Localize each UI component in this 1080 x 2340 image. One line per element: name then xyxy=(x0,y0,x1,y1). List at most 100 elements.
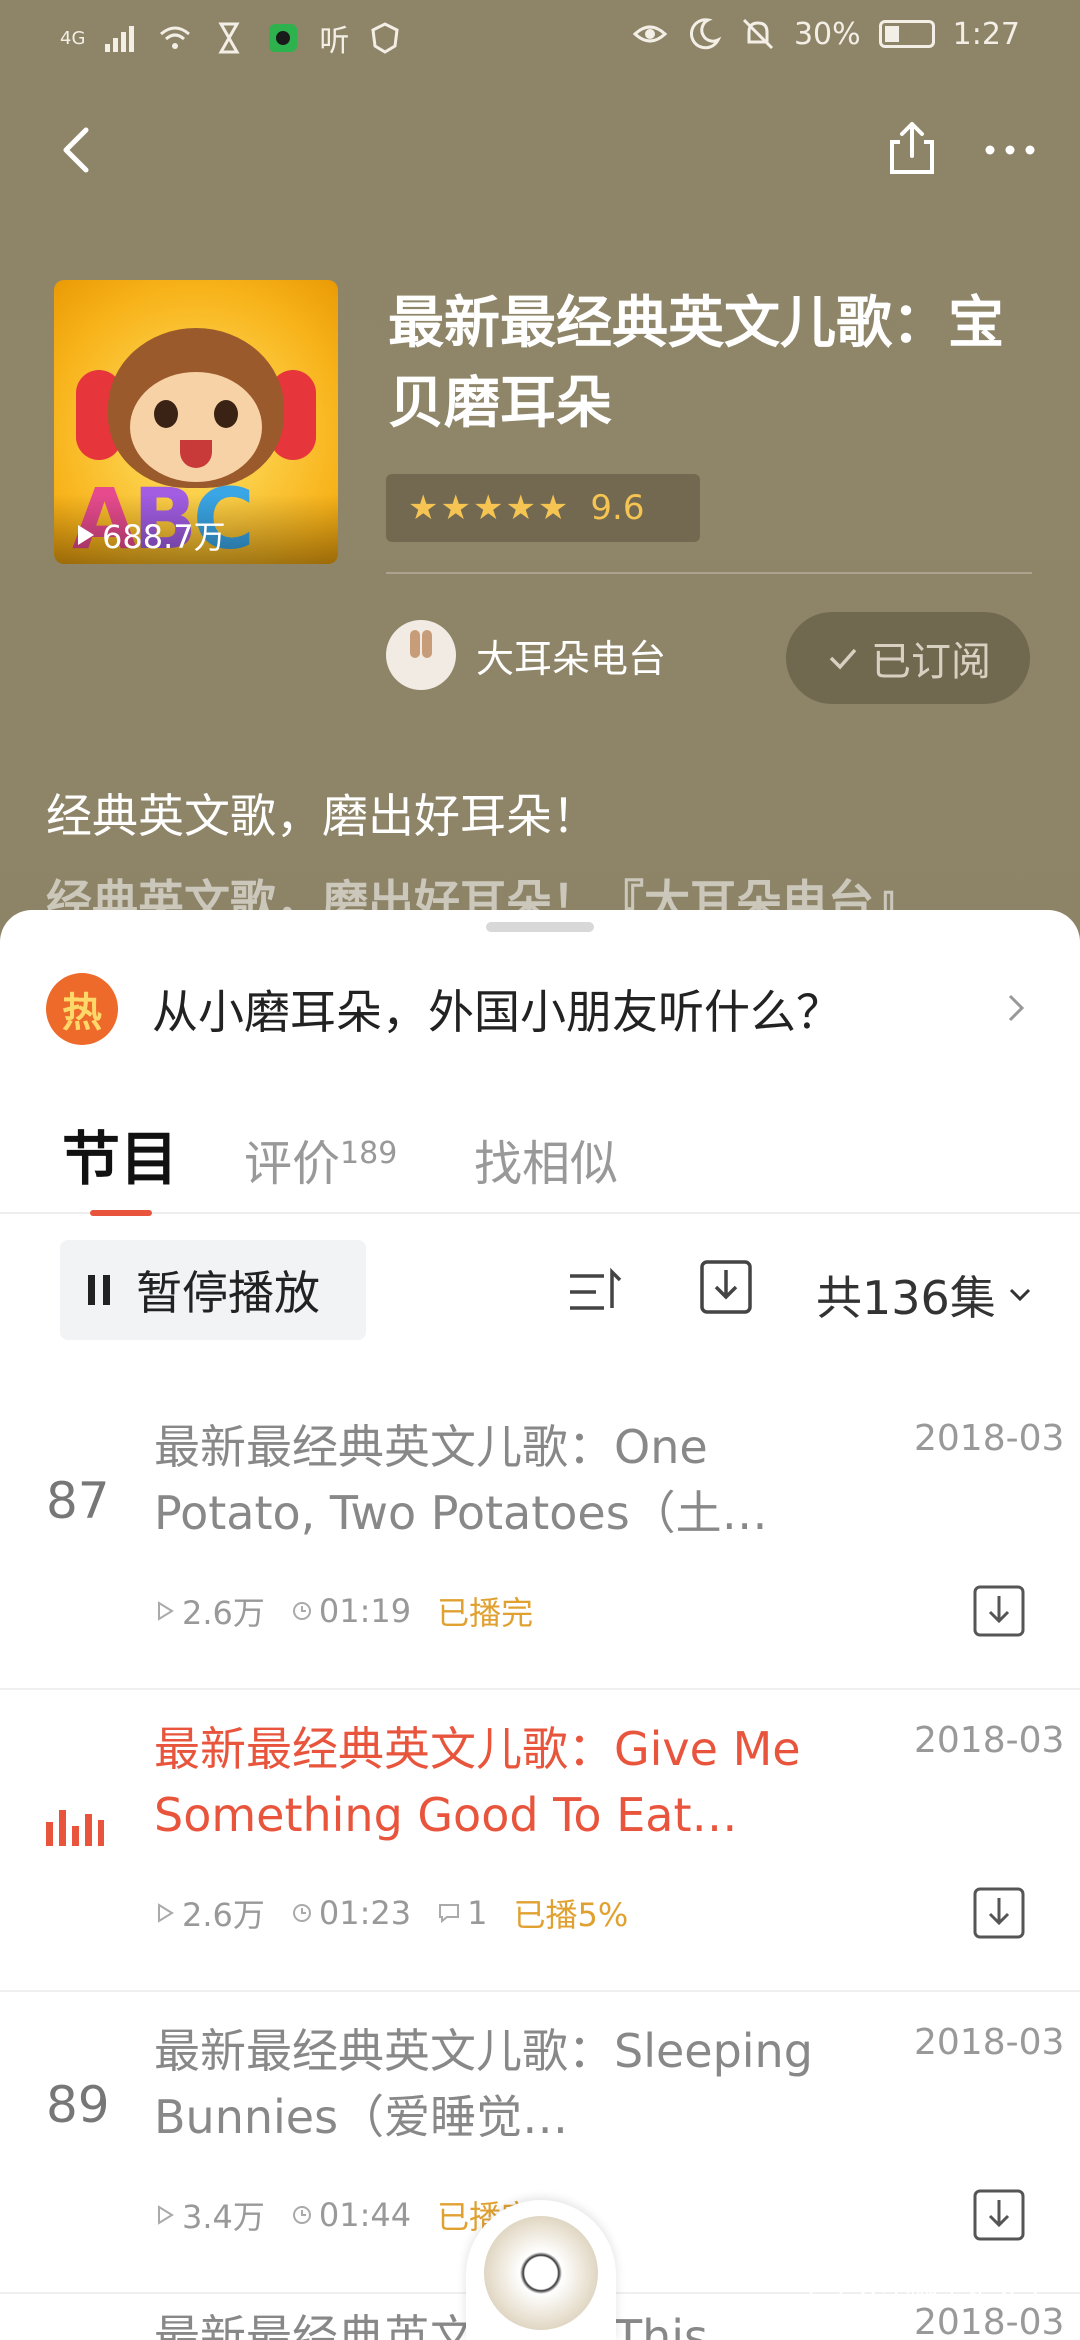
now-playing-icon xyxy=(46,1810,104,1846)
episode-date: 2018-03 xyxy=(914,1418,1065,1459)
promo-banner[interactable]: 热 从小磨耳朵，外国小朋友听什么？ xyxy=(46,964,1036,1054)
pause-label: 暂停播放 xyxy=(136,1266,320,1320)
episode-status: 已播完 xyxy=(437,1594,534,1632)
check-icon xyxy=(829,648,857,670)
clock-icon xyxy=(292,2206,311,2224)
episode-date: 2018-03 xyxy=(914,2302,1065,2340)
network-label: 4G xyxy=(60,27,86,49)
episode-title[interactable]: 最新最经典英文儿歌：Sleeping Bunnies（爱睡觉… xyxy=(154,2018,824,2150)
mute-bell-icon xyxy=(742,18,773,50)
promo-text: 从小磨耳朵，外国小朋友听什么？ xyxy=(152,985,842,1039)
tab-episodes[interactable]: 节目 xyxy=(62,1112,178,1196)
header-divider xyxy=(386,572,1032,574)
sort-icon[interactable] xyxy=(564,1262,624,1322)
sheet-handle[interactable] xyxy=(486,922,594,932)
download-icon[interactable] xyxy=(972,2188,1026,2242)
episode-date: 2018-03 xyxy=(914,2022,1065,2063)
tab-indicator xyxy=(90,1210,152,1216)
play-count: 688.7万 xyxy=(54,494,338,564)
shield-icon xyxy=(371,22,400,54)
hourglass-icon xyxy=(218,22,240,54)
rating-badge: ★★★★★ 9.6 xyxy=(386,474,700,542)
tab-label: 找相似 xyxy=(474,1136,619,1192)
monkey-eye xyxy=(214,400,238,428)
moon-icon xyxy=(689,18,722,50)
tab-reviews[interactable]: 评价189 xyxy=(244,1124,397,1194)
episode-count-label: 共136集 xyxy=(816,1271,996,1325)
nav-bar xyxy=(0,110,1080,190)
play-count-icon xyxy=(158,1903,174,1923)
mini-player[interactable] xyxy=(466,2200,616,2340)
download-icon[interactable] xyxy=(972,1584,1026,1638)
signal-icon xyxy=(105,26,135,52)
chevron-right-icon xyxy=(1008,994,1025,1022)
app-badge: 听 xyxy=(319,24,350,59)
episode-row-playing[interactable]: 最新最经典英文儿歌：Give Me Something Good To Eat…… xyxy=(0,1692,1080,1992)
tab-bar: 节目 评价189 找相似 xyxy=(0,1100,1080,1216)
eye-icon xyxy=(632,25,668,43)
watermark-text: 大小脚丫走天下 xyxy=(854,2271,1051,2304)
back-icon[interactable] xyxy=(48,120,108,180)
wechat-icon xyxy=(808,2272,844,2300)
pause-icon xyxy=(88,1275,110,1305)
album-cover[interactable]: ABC 688.7万 xyxy=(54,280,338,564)
download-icon[interactable] xyxy=(972,1886,1026,1940)
wifi-icon xyxy=(160,26,191,49)
episode-meta: 3.4万 01:44 已播完 xyxy=(154,2192,533,2238)
rating-stars: ★★★★★ xyxy=(408,488,571,528)
episode-date: 2018-03 xyxy=(914,1720,1065,1761)
publisher[interactable]: 大耳朵电台 xyxy=(386,620,666,690)
episode-plays: 2.6万 xyxy=(182,1896,265,1934)
episodes-sheet: 热 从小磨耳朵，外国小朋友听什么？ 节目 评价189 找相似 暂停播放 共136… xyxy=(0,910,1080,2340)
clock: 1:27 xyxy=(952,16,1020,52)
episode-count-dropdown[interactable]: 共136集 xyxy=(816,1262,1034,1328)
episode-status: 已播5% xyxy=(513,1896,629,1934)
album-title: 最新最经典英文儿歌：宝贝磨耳朵 xyxy=(388,291,1004,436)
tab-label: 评价 xyxy=(244,1136,341,1192)
episode-meta: 2.6万 01:23 1 已播5% xyxy=(154,1890,628,1936)
tab-label: 节目 xyxy=(62,1125,179,1193)
publisher-name[interactable]: 大耳朵电台 xyxy=(476,628,666,683)
episode-row[interactable]: 87 最新最经典英文儿歌：One Potato, Two Potatoes（土…… xyxy=(0,1390,1080,1690)
episode-title[interactable]: 最新最经典英文儿歌：Give Me Something Good To Eat… xyxy=(154,1716,824,1848)
play-count-icon xyxy=(158,2205,174,2225)
watermark: 大小脚丫走天下 xyxy=(808,2266,1050,2306)
more-icon[interactable] xyxy=(980,120,1040,180)
share-icon[interactable] xyxy=(880,116,944,180)
subscribed-label: 已订阅 xyxy=(871,639,991,685)
comment-icon xyxy=(439,1904,460,1924)
album-header: 4G 听 30% 1:27 ABC xyxy=(0,0,1080,960)
mini-player-disc[interactable] xyxy=(484,2216,598,2330)
chevron-down-icon xyxy=(1009,1288,1030,1302)
tab-similar[interactable]: 找相似 xyxy=(474,1124,618,1194)
battery-icon xyxy=(878,20,935,48)
clock-icon xyxy=(292,1602,311,1620)
rating-value: 9.6 xyxy=(590,488,645,528)
episode-toolbar: 暂停播放 共136集 xyxy=(0,1240,1080,1350)
play-count-icon xyxy=(158,1601,174,1621)
episode-plays: 2.6万 xyxy=(182,1594,265,1632)
episode-duration: 01:23 xyxy=(318,1894,412,1932)
episode-duration: 01:44 xyxy=(318,2196,412,2234)
evernote-icon xyxy=(269,24,298,52)
monkey-eye xyxy=(154,400,178,428)
status-bar: 4G 听 30% 1:27 xyxy=(0,0,1080,80)
subscribed-button[interactable]: 已订阅 xyxy=(786,612,1030,704)
play-count-value: 688.7万 xyxy=(102,518,226,556)
review-count: 189 xyxy=(340,1136,398,1171)
play-icon xyxy=(78,525,94,545)
batch-download-icon[interactable] xyxy=(698,1256,754,1316)
episode-duration: 01:19 xyxy=(318,1592,412,1630)
pause-button[interactable]: 暂停播放 xyxy=(60,1240,366,1340)
episode-number: 87 xyxy=(46,1472,110,1530)
hot-badge: 热 xyxy=(46,973,118,1045)
episode-title[interactable]: 最新最经典英文儿歌：One Potato, Two Potatoes（土… xyxy=(154,1414,824,1546)
battery-percent: 30% xyxy=(793,16,861,52)
description-line: 经典英文歌，磨出好耳朵！ xyxy=(46,789,598,843)
publisher-avatar[interactable] xyxy=(386,620,456,690)
episode-plays: 3.4万 xyxy=(182,2198,265,2236)
clock-icon xyxy=(292,1904,311,1922)
episode-comments: 1 xyxy=(467,1894,488,1932)
episode-meta: 2.6万 01:19 已播完 xyxy=(154,1588,533,1634)
episode-number: 89 xyxy=(46,2076,110,2134)
